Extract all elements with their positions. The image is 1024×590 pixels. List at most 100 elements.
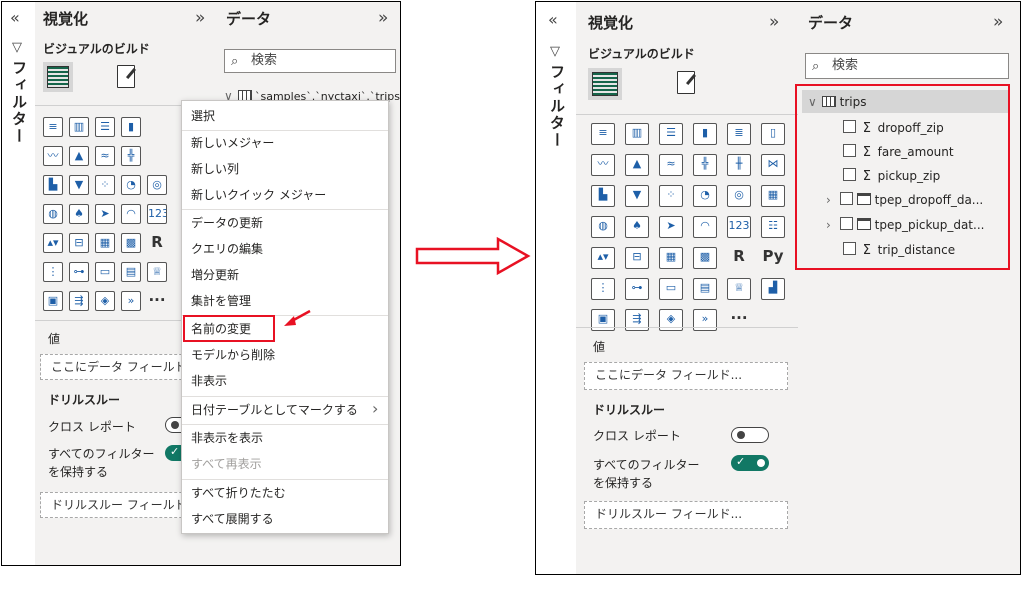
ribbon-chart-icon[interactable]: ⋈ xyxy=(761,154,785,176)
expand-visualizations-icon[interactable]: » xyxy=(195,8,205,28)
keep-filters-toggle[interactable]: ✓ xyxy=(731,455,769,471)
data-search-input[interactable]: ⌕ 検索 xyxy=(224,49,396,73)
line-chart-icon[interactable]: 〰 xyxy=(43,146,63,166)
menu-item-new-quick-measure[interactable]: 新しいクイック メジャー xyxy=(182,182,388,208)
chevron-visual-icon[interactable]: » xyxy=(121,291,141,311)
drillthrough-field-well[interactable]: ドリルスルー フィールド... xyxy=(584,501,788,529)
multi-row-card-icon[interactable]: ☷ xyxy=(761,216,785,238)
donut-chart-icon[interactable]: ◎ xyxy=(727,185,751,207)
paginated-report-icon[interactable]: ▟ xyxy=(761,278,785,300)
menu-item-hide[interactable]: 非表示 xyxy=(182,368,388,394)
card-icon[interactable]: 123 xyxy=(147,204,167,224)
waterfall-icon[interactable]: ▙ xyxy=(43,175,63,195)
power-automate-icon[interactable]: ⇶ xyxy=(69,291,89,311)
menu-item-new-column[interactable]: 新しい列 xyxy=(182,156,388,182)
filter-pane-collapsed[interactable]: « ▽ フィルター xyxy=(2,2,36,565)
gauge-icon[interactable]: ◠ xyxy=(693,216,717,238)
map-icon[interactable]: ◍ xyxy=(591,216,615,238)
narrative-icon[interactable]: ▤ xyxy=(121,262,141,282)
expand-visualizations-icon[interactable]: » xyxy=(769,12,779,32)
menu-item-incremental-refresh[interactable]: 増分更新 xyxy=(182,262,388,288)
stacked-column-icon[interactable]: ▥ xyxy=(69,117,89,137)
clustered-column-icon[interactable]: ▮ xyxy=(121,117,141,137)
filter-vertical-label[interactable]: フィルター xyxy=(9,60,30,145)
line-chart-icon[interactable]: 〰 xyxy=(591,154,615,176)
matrix-icon[interactable]: ▩ xyxy=(693,247,717,269)
kpi-icon[interactable]: ▴▾ xyxy=(591,247,615,269)
menu-item-delete-from-model[interactable]: モデルから削除 xyxy=(182,342,388,368)
table-icon[interactable]: ▦ xyxy=(659,247,683,269)
line-column-icon[interactable]: ╬ xyxy=(121,146,141,166)
menu-item-view-hidden[interactable]: 非表示を表示 xyxy=(182,425,388,451)
python-visual-icon[interactable]: Py xyxy=(761,247,785,269)
stacked-bar-icon[interactable]: ≡ xyxy=(43,117,63,137)
azure-map-icon[interactable]: ➤ xyxy=(659,216,683,238)
scatter-icon[interactable]: ⁘ xyxy=(659,185,683,207)
line-clustered-icon[interactable]: ╫ xyxy=(727,154,751,176)
power-apps-icon[interactable]: ▣ xyxy=(43,291,63,311)
decomposition-tree-icon[interactable]: ⊶ xyxy=(69,262,89,282)
menu-item-new-measure[interactable]: 新しいメジャー xyxy=(182,130,388,156)
clustered-column-icon[interactable]: ▮ xyxy=(693,123,717,145)
line-column-icon[interactable]: ╬ xyxy=(693,154,717,176)
diamond-visual-icon[interactable]: ◈ xyxy=(95,291,115,311)
scatter-icon[interactable]: ⁘ xyxy=(95,175,115,195)
format-visual-tab[interactable] xyxy=(671,68,701,98)
key-influencers-icon[interactable]: ⋮ xyxy=(43,262,63,282)
area-chart-icon[interactable]: ▲ xyxy=(69,146,89,166)
narrative-icon[interactable]: ▤ xyxy=(693,278,717,300)
slicer-icon[interactable]: ⊟ xyxy=(625,247,649,269)
stacked-column-icon[interactable]: ▥ xyxy=(625,123,649,145)
stacked-bar-icon[interactable]: ≡ xyxy=(591,123,615,145)
qa-icon[interactable]: ▭ xyxy=(95,262,115,282)
matrix-icon[interactable]: ▩ xyxy=(121,233,141,253)
key-influencers-icon[interactable]: ⋮ xyxy=(591,278,615,300)
card-icon[interactable]: 123 xyxy=(727,216,751,238)
decomposition-tree-icon[interactable]: ⊶ xyxy=(625,278,649,300)
menu-item-expand-all[interactable]: すべて展開する xyxy=(182,506,388,532)
expand-data-icon[interactable]: » xyxy=(378,8,388,28)
values-field-well[interactable]: ここにデータ フィールド... xyxy=(584,362,788,390)
collapse-panes-icon[interactable]: « xyxy=(10,8,20,27)
funnel-chart-icon[interactable]: ▼ xyxy=(625,185,649,207)
build-visual-tab[interactable] xyxy=(43,62,73,92)
expand-data-icon[interactable]: » xyxy=(993,12,1003,32)
stacked-area-icon[interactable]: ≈ xyxy=(95,146,115,166)
filled-map-icon[interactable]: ♠ xyxy=(69,204,89,224)
gauge-icon[interactable]: ◠ xyxy=(121,204,141,224)
data-search-input[interactable]: ⌕ 検索 xyxy=(805,53,1009,79)
filter-vertical-label[interactable]: フィルター xyxy=(547,64,568,149)
treemap-icon[interactable]: ▦ xyxy=(761,185,785,207)
pie-chart-icon[interactable]: ◔ xyxy=(693,185,717,207)
filled-map-icon[interactable]: ♠ xyxy=(625,216,649,238)
donut-chart-icon[interactable]: ◎ xyxy=(147,175,167,195)
menu-item-mark-date-table[interactable]: 日付テーブルとしてマークする xyxy=(182,397,388,423)
waterfall-icon[interactable]: ▙ xyxy=(591,185,615,207)
clustered-bar-icon[interactable]: ☰ xyxy=(659,123,683,145)
funnel-chart-icon[interactable]: ▼ xyxy=(69,175,89,195)
menu-item-collapse-all[interactable]: すべて折りたたむ xyxy=(182,480,388,506)
azure-map-icon[interactable]: ➤ xyxy=(95,204,115,224)
format-visual-tab[interactable] xyxy=(111,62,141,92)
goals-icon[interactable]: ♕ xyxy=(727,278,751,300)
table-icon[interactable]: ▦ xyxy=(95,233,115,253)
stacked-area-icon[interactable]: ≈ xyxy=(659,154,683,176)
r-visual-icon[interactable]: R xyxy=(147,233,167,253)
area-chart-icon[interactable]: ▲ xyxy=(625,154,649,176)
menu-item-select[interactable]: 選択 xyxy=(182,103,388,129)
more-visuals-icon[interactable]: ··· xyxy=(147,291,167,311)
menu-item-edit-query[interactable]: クエリの編集 xyxy=(182,236,388,262)
r-visual-icon[interactable]: R xyxy=(727,247,751,269)
menu-item-refresh-data[interactable]: データの更新 xyxy=(182,210,388,236)
filter-pane-collapsed[interactable]: « ▽ フィルター xyxy=(536,2,577,574)
collapse-panes-icon[interactable]: « xyxy=(548,10,558,29)
qa-icon[interactable]: ▭ xyxy=(659,278,683,300)
clustered-bar-icon[interactable]: ☰ xyxy=(95,117,115,137)
goals-icon[interactable]: ♕ xyxy=(147,262,167,282)
map-icon[interactable]: ◍ xyxy=(43,204,63,224)
build-visual-tab[interactable] xyxy=(588,68,622,100)
kpi-icon[interactable]: ▴▾ xyxy=(43,233,63,253)
slicer-icon[interactable]: ⊟ xyxy=(69,233,89,253)
100-column-icon[interactable]: ▯ xyxy=(761,123,785,145)
pie-chart-icon[interactable]: ◔ xyxy=(121,175,141,195)
